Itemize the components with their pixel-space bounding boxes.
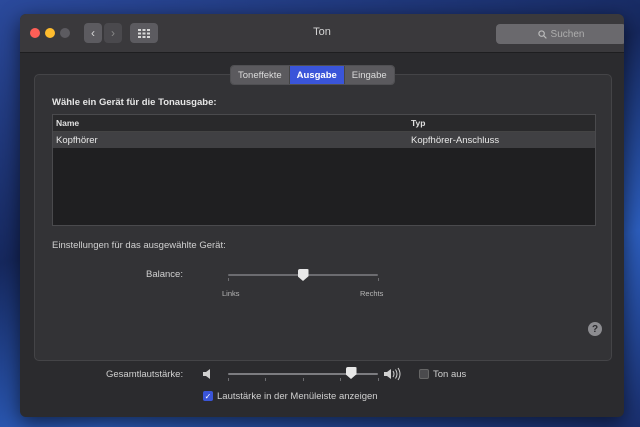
tab-toneffekte[interactable]: Toneffekte	[231, 66, 289, 84]
tab-ausgabe[interactable]: Ausgabe	[288, 66, 344, 84]
volume-tick	[378, 378, 379, 381]
output-device-table[interactable]: Name Typ Kopfhörer Kopfhörer-Anschluss	[52, 114, 596, 226]
mute-checkbox[interactable]	[419, 369, 429, 379]
column-header-name[interactable]: Name	[56, 118, 79, 128]
search-field[interactable]: Suchen	[496, 24, 624, 44]
volume-tick	[265, 378, 266, 381]
balance-label: Balance:	[146, 269, 183, 280]
balance-tick	[378, 278, 379, 281]
volume-tick	[303, 378, 304, 381]
balance-tick	[228, 278, 229, 281]
title-bar: ‹ › Ton Suchen	[20, 14, 624, 53]
show-volume-in-menubar-checkbox[interactable]: ✓	[203, 391, 213, 401]
balance-left-label: Links	[222, 289, 240, 298]
help-button[interactable]: ?	[588, 322, 602, 336]
help-icon: ?	[591, 323, 599, 335]
tab-eingabe[interactable]: Eingabe	[343, 66, 394, 84]
device-type: Kopfhörer-Anschluss	[411, 135, 500, 146]
volume-tick	[228, 378, 229, 381]
volume-tick	[340, 378, 341, 381]
show-volume-in-menubar-label: Lautstärke in der Menüleiste anzeigen	[217, 391, 378, 402]
device-name: Kopfhörer	[56, 135, 98, 146]
balance-right-label: Rechts	[360, 289, 384, 298]
device-settings-title: Einstellungen für das ausgewählte Gerät:	[52, 240, 226, 251]
sound-preferences-window: ‹ › Ton Suchen Toneffekte Ausgabe Eingab…	[20, 14, 624, 417]
search-placeholder: Suchen	[550, 28, 585, 40]
table-row[interactable]: Kopfhörer Kopfhörer-Anschluss	[53, 132, 595, 148]
tab-bar: Toneffekte Ausgabe Eingabe	[230, 65, 395, 85]
mute-label: Ton aus	[433, 369, 467, 380]
speaker-low-icon	[203, 369, 210, 379]
search-icon	[537, 29, 547, 39]
speaker-high-icon	[384, 367, 401, 381]
volume-knob[interactable]	[345, 367, 357, 379]
volume-label: Gesamtlautstärke:	[106, 369, 184, 380]
table-header: Name Typ	[53, 115, 595, 132]
column-header-type[interactable]: Typ	[411, 118, 425, 128]
output-section-title: Wähle ein Gerät für die Tonausgabe:	[52, 97, 217, 108]
